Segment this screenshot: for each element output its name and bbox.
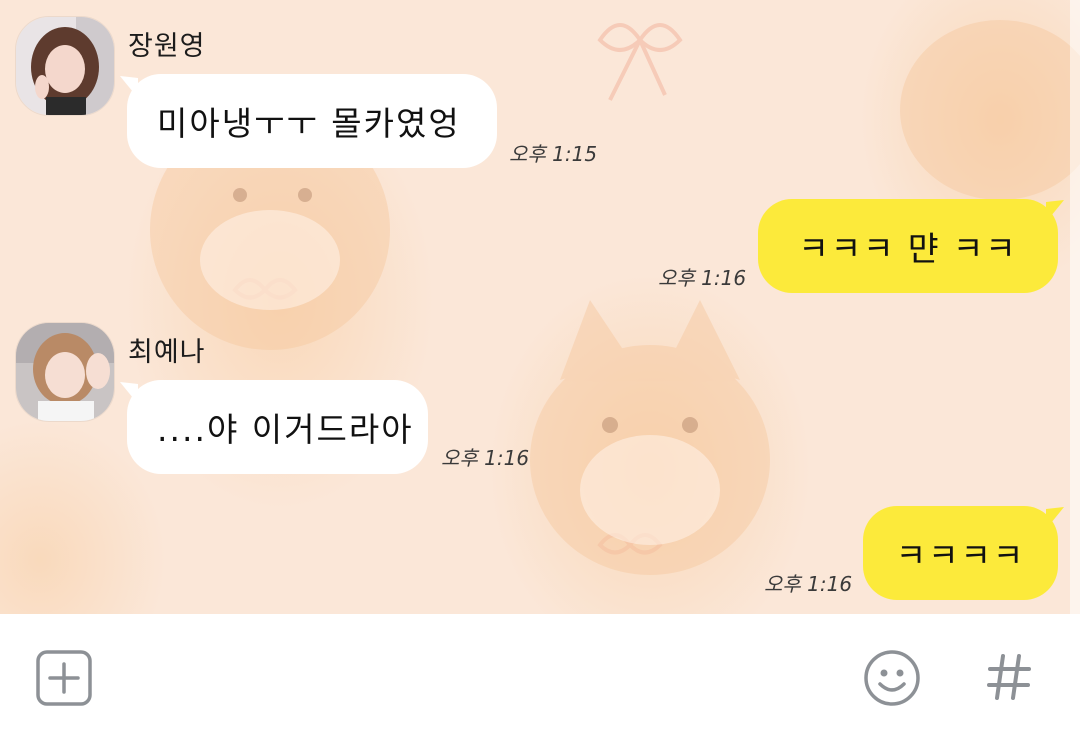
- message-text: ㅋㅋㅋ 먄 ㅋㅋ: [798, 229, 1018, 268]
- message-text: ....야 이거드라아: [157, 410, 414, 449]
- chat-area[interactable]: 장원영 미아냉ㅜㅜ 몰카였엉 오후 1:15 오후 1:16 ㅋㅋㅋ 먄 ㅋㅋ …: [0, 0, 1080, 614]
- message-text: 미아냉ㅜㅜ 몰카였엉: [157, 104, 461, 143]
- emoji-icon[interactable]: [863, 649, 921, 711]
- avatar[interactable]: [15, 16, 115, 116]
- profile-photo-icon: [16, 323, 114, 421]
- plus-square-icon[interactable]: [36, 650, 92, 710]
- profile-photo-icon: [16, 17, 114, 115]
- sender-name: 장원영: [128, 31, 206, 62]
- message-time: 오후 1:16: [441, 446, 530, 470]
- scroll-edge: [1070, 0, 1080, 614]
- message-text: ㅋㅋㅋㅋ: [895, 536, 1026, 575]
- message-input-bar[interactable]: [0, 614, 1080, 740]
- bubble-tail: [1046, 507, 1064, 529]
- avatar[interactable]: [15, 322, 115, 422]
- message-time: 오후 1:15: [509, 142, 598, 166]
- message-bubble[interactable]: ....야 이거드라아: [127, 380, 428, 474]
- message-bubble[interactable]: ㅋㅋㅋ 먄 ㅋㅋ: [758, 199, 1058, 293]
- message-bubble[interactable]: ㅋㅋㅋㅋ: [863, 506, 1058, 600]
- message-time: 오후 1:16: [658, 266, 747, 290]
- sender-name: 최예나: [128, 337, 206, 368]
- hashtag-icon[interactable]: [986, 652, 1032, 706]
- message-time: 오후 1:16: [764, 572, 853, 596]
- bubble-tail: [1046, 200, 1064, 222]
- message-bubble[interactable]: 미아냉ㅜㅜ 몰카였엉: [127, 74, 497, 168]
